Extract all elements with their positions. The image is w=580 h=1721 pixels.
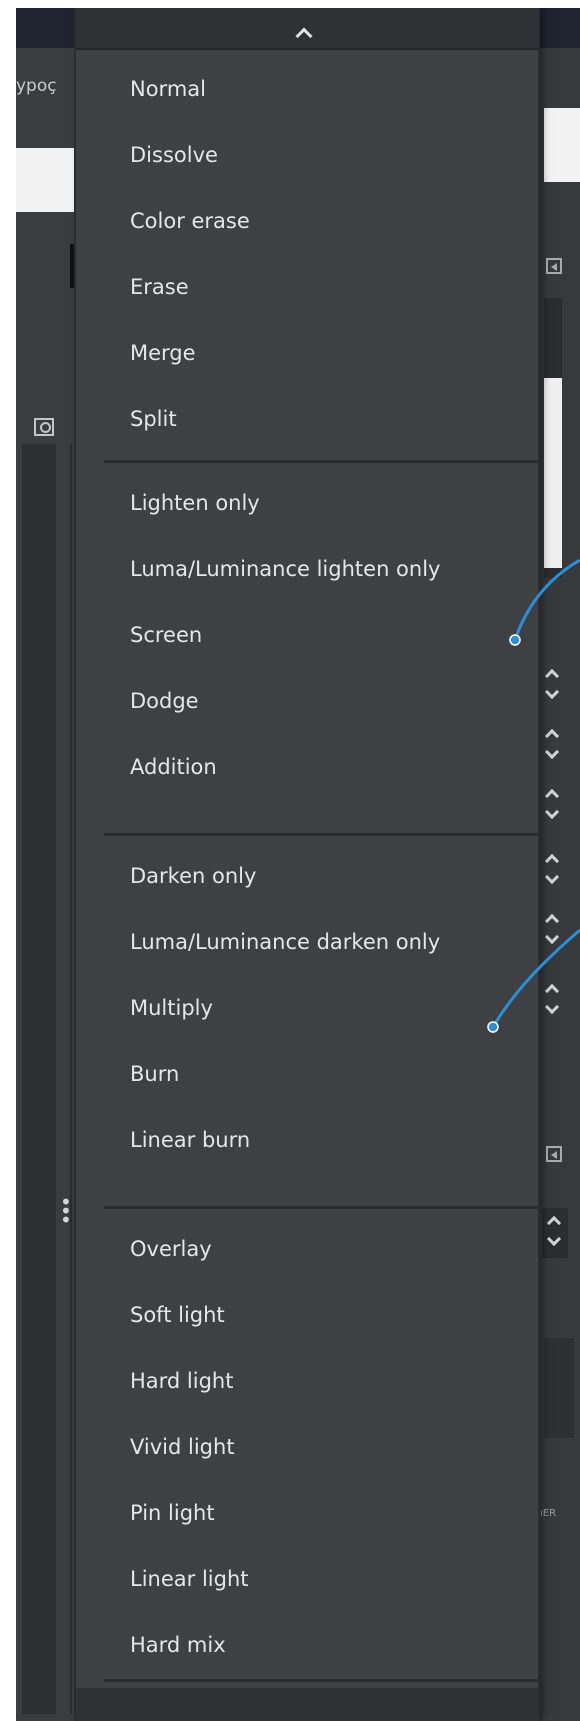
menu-item[interactable]: Dissolve	[76, 126, 538, 184]
menu-item[interactable]: Burn	[76, 1045, 538, 1103]
menu-item[interactable]: Multiply	[76, 979, 538, 1037]
search-icon[interactable]	[34, 418, 54, 436]
chevron-down-icon[interactable]	[544, 869, 560, 885]
menu-item[interactable]: Lighten only	[76, 474, 538, 532]
left-panel: ypoç • • •	[16, 48, 78, 1721]
menu-item[interactable]: Color erase	[76, 192, 538, 250]
left-panel-label: ypoç	[16, 76, 57, 96]
menu-separator	[104, 1679, 538, 1682]
menu-item[interactable]: Hard mix	[76, 1616, 538, 1674]
menu-item[interactable]: Overlay	[76, 1220, 538, 1278]
value-stepper[interactable]	[542, 978, 564, 1024]
value-stepper[interactable]	[542, 908, 564, 954]
left-panel-track	[22, 444, 56, 1714]
right-panel-label: ıER	[540, 1508, 557, 1519]
chevron-up-icon[interactable]	[544, 983, 560, 999]
menu-item[interactable]: Merge	[76, 324, 538, 382]
right-panel: ıER	[536, 48, 580, 1721]
menu-separator	[104, 833, 538, 836]
chevron-up-icon[interactable]	[544, 668, 560, 684]
right-panel-input[interactable]	[544, 108, 580, 182]
menu-item[interactable]: Luma/Luminance darken only	[76, 913, 538, 971]
value-stepper[interactable]	[542, 783, 564, 829]
value-stepper[interactable]	[542, 1208, 568, 1258]
chevron-down-icon[interactable]	[544, 684, 560, 700]
chevron-down-icon[interactable]	[544, 929, 560, 945]
app-window: ypoç • • • ıER Normal Dissolve Color erase Er…	[16, 8, 580, 1721]
menu-item[interactable]: Hard light	[76, 1352, 538, 1410]
scroll-up-button[interactable]	[76, 8, 538, 50]
menu-item[interactable]: Dodge	[76, 672, 538, 730]
value-stepper[interactable]	[542, 663, 564, 709]
left-panel-divider	[70, 244, 74, 288]
menu-separator	[104, 1206, 538, 1209]
menu-item[interactable]: Darken only	[76, 847, 538, 905]
menu-item[interactable]: Linear burn	[76, 1111, 538, 1169]
scroll-down-area[interactable]	[76, 1688, 538, 1721]
menu-item[interactable]: Pin light	[76, 1484, 538, 1542]
chevron-down-icon[interactable]	[544, 999, 560, 1015]
chevron-down-icon[interactable]	[546, 1231, 562, 1247]
menu-item[interactable]: Addition	[76, 738, 538, 796]
collapse-panel-icon[interactable]	[546, 1146, 562, 1162]
chevron-up-icon[interactable]	[546, 1215, 562, 1231]
right-panel-box	[544, 1338, 574, 1438]
menu-item[interactable]: Soft light	[76, 1286, 538, 1344]
menu-item[interactable]: Erase	[76, 258, 538, 316]
chevron-down-icon[interactable]	[544, 804, 560, 820]
chevron-down-icon[interactable]	[544, 744, 560, 760]
value-stepper[interactable]	[542, 723, 564, 769]
chevron-up-icon	[295, 27, 313, 45]
menu-item[interactable]: Screen	[76, 606, 538, 664]
blend-mode-dropdown[interactable]: Normal Dissolve Color erase Erase Merge Split…	[76, 8, 538, 1721]
vertical-dots-icon[interactable]: • • •	[60, 1192, 72, 1230]
chevron-up-icon[interactable]	[544, 788, 560, 804]
menu-item[interactable]: Luma/Luminance lighten only	[76, 540, 538, 598]
menu-item[interactable]: Linear light	[76, 1550, 538, 1608]
menu-separator	[104, 460, 538, 463]
left-panel-line	[70, 444, 72, 1714]
chevron-up-icon[interactable]	[544, 913, 560, 929]
menu-item[interactable]: Vivid light	[76, 1418, 538, 1476]
collapse-panel-icon[interactable]	[546, 258, 562, 274]
chevron-up-icon[interactable]	[544, 853, 560, 869]
right-panel-scroll-thumb[interactable]	[544, 378, 562, 568]
menu-item[interactable]: Normal	[76, 60, 538, 118]
menu-item[interactable]: Split	[76, 390, 538, 448]
value-stepper[interactable]	[542, 848, 564, 894]
left-panel-input[interactable]	[16, 148, 74, 212]
chevron-up-icon[interactable]	[544, 728, 560, 744]
